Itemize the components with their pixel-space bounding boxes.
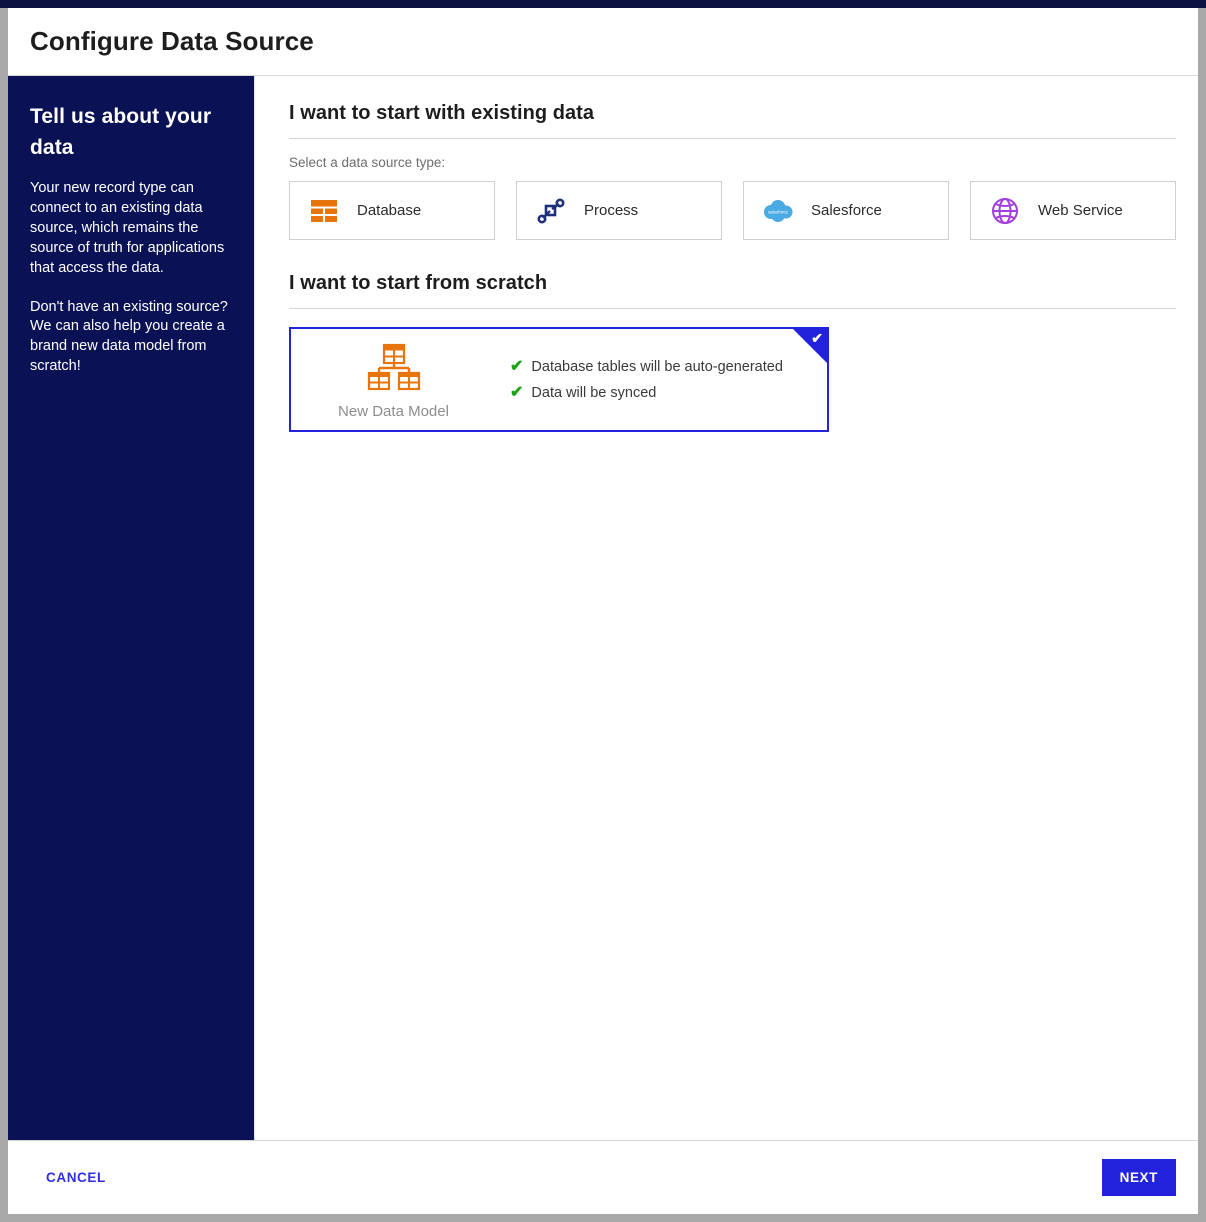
- process-nodes-icon: [534, 194, 568, 228]
- cancel-button[interactable]: CANCEL: [46, 1170, 106, 1185]
- feature-text: Data will be synced: [531, 384, 657, 401]
- scratch-card-row: New Data Model ✔ Database tables will be…: [289, 327, 1176, 432]
- feature-text: Database tables will be auto-generated: [531, 358, 783, 375]
- database-table-icon: [307, 194, 341, 228]
- salesforce-cloud-icon: salesforce: [761, 194, 795, 228]
- source-card-label: Salesforce: [811, 202, 882, 219]
- new-data-model-label: New Data Model: [338, 403, 449, 420]
- page-title: Configure Data Source: [30, 26, 314, 56]
- dialog-body: Tell us about your data Your new record …: [8, 76, 1198, 1140]
- sidebar-title: Tell us about your data: [30, 105, 212, 159]
- window-top-strip: [0, 0, 1206, 8]
- feature-item: ✔ Data will be synced: [510, 383, 827, 401]
- feature-item: ✔ Database tables will be auto-generated: [510, 357, 827, 375]
- source-card-database[interactable]: Database: [289, 181, 495, 240]
- page-bottom-gutter: [0, 1214, 1206, 1222]
- dialog-header: Configure Data Source: [8, 8, 1198, 76]
- selected-corner-ribbon: ✔: [793, 329, 827, 363]
- svg-text:salesforce: salesforce: [768, 209, 789, 214]
- configure-data-source-dialog: Configure Data Source Tell us about your…: [8, 8, 1198, 1214]
- source-card-salesforce[interactable]: salesforce Salesforce: [743, 181, 949, 240]
- sidebar: Tell us about your data Your new record …: [8, 76, 254, 1140]
- data-model-hierarchy-icon: [366, 343, 422, 396]
- sidebar-paragraph-1: Your new record type can connect to an e…: [30, 180, 225, 276]
- globe-icon: [988, 194, 1022, 228]
- check-icon: ✔: [510, 357, 524, 375]
- check-icon: ✔: [510, 383, 524, 401]
- scratch-heading: I want to start from scratch: [289, 272, 1176, 309]
- source-card-process[interactable]: Process: [516, 181, 722, 240]
- existing-data-heading: I want to start with existing data: [289, 102, 1176, 139]
- new-data-model-icon-column: New Data Model: [291, 339, 496, 420]
- source-card-label: Process: [584, 202, 639, 219]
- source-card-label: Database: [357, 202, 422, 219]
- page-left-gutter: [0, 8, 8, 1222]
- page-right-gutter: [1198, 8, 1206, 1222]
- main-content: I want to start with existing data Selec…: [254, 76, 1198, 1140]
- sidebar-paragraph-2: Don't have an existing source? We can al…: [30, 298, 228, 375]
- next-button[interactable]: NEXT: [1101, 1159, 1176, 1196]
- new-data-model-card[interactable]: New Data Model ✔ Database tables will be…: [289, 327, 829, 432]
- data-source-type-grid: Database Process salesforce Salesforce W…: [289, 181, 1176, 240]
- source-card-web-service[interactable]: Web Service: [970, 181, 1176, 240]
- new-data-model-feature-list: ✔ Database tables will be auto-generated…: [496, 357, 827, 401]
- check-icon: ✔: [811, 330, 823, 346]
- dialog-footer: CANCEL NEXT: [8, 1140, 1198, 1214]
- select-source-type-label: Select a data source type:: [289, 155, 446, 170]
- source-card-label: Web Service: [1038, 202, 1123, 219]
